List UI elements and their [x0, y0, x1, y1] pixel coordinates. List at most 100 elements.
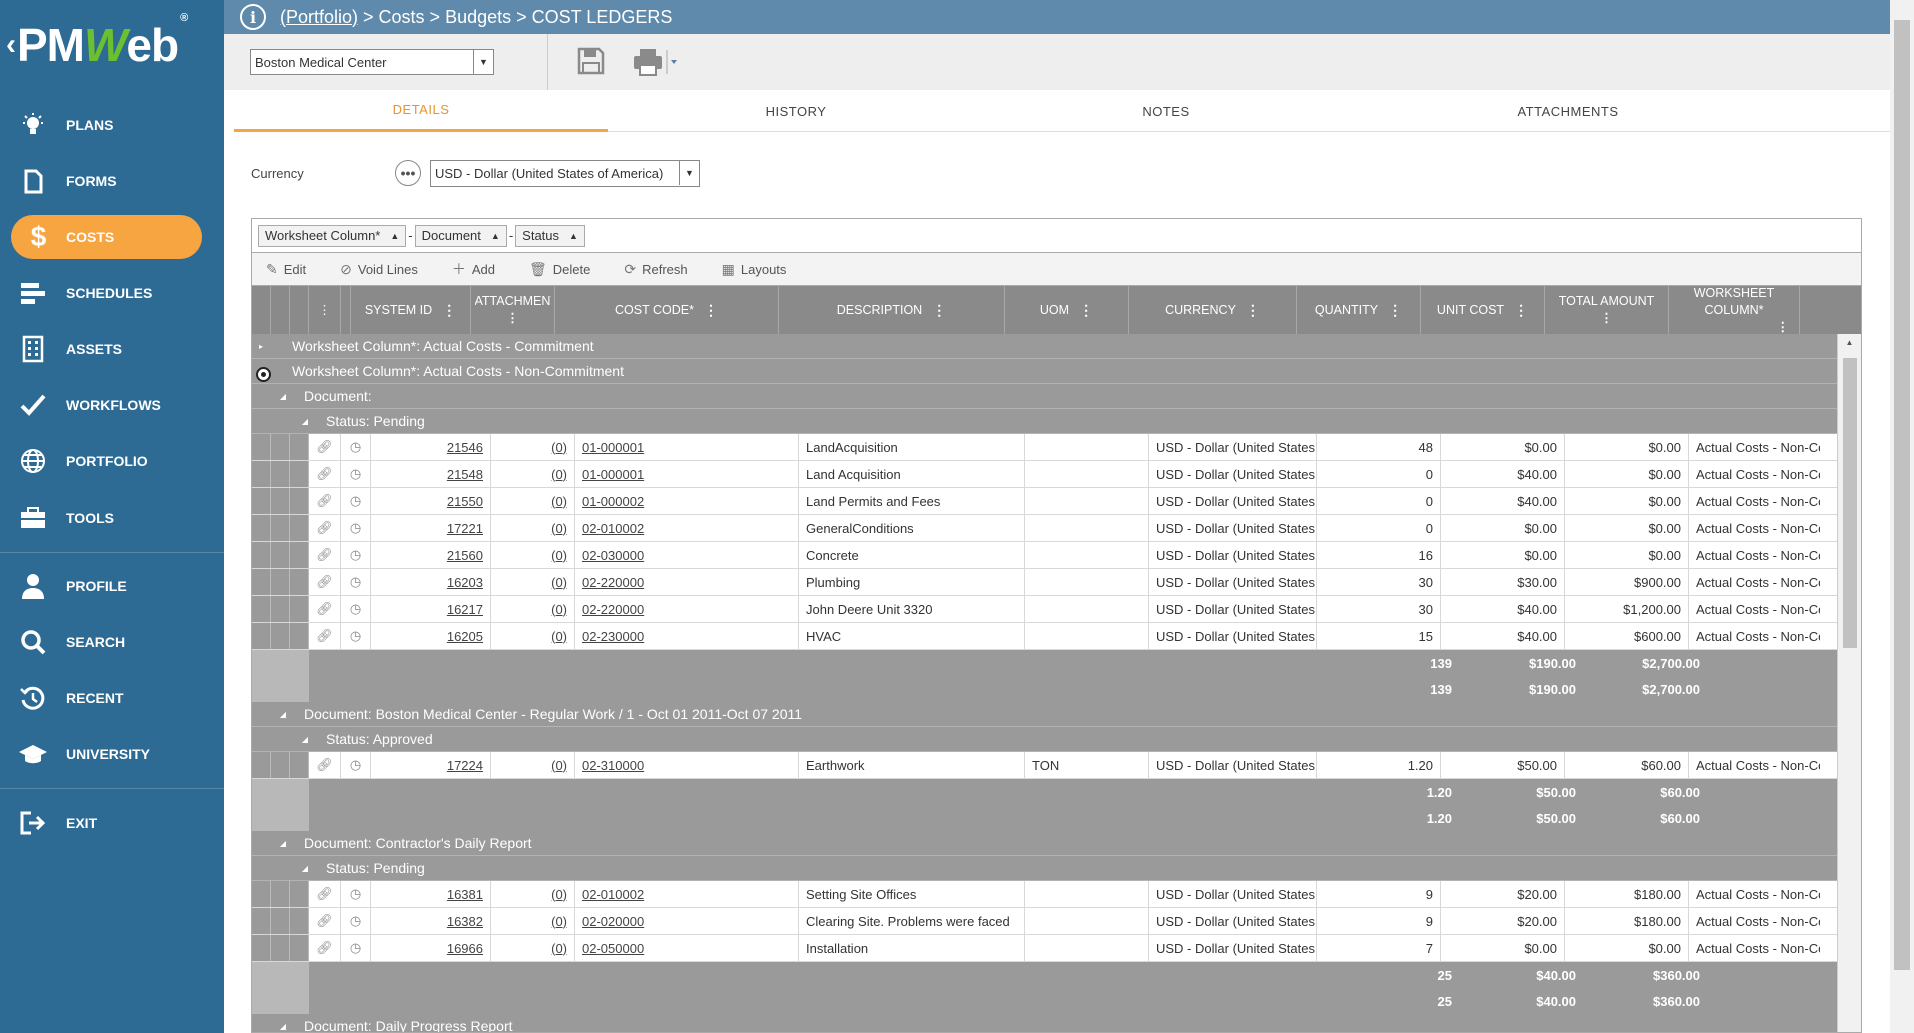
nav-recent[interactable]: RECENT [0, 675, 224, 721]
currency-select[interactable]: USD - Dollar (United States of America) … [430, 160, 700, 187]
back-chevron-icon[interactable]: ‹ [6, 28, 16, 62]
system-id-link[interactable]: 16205 [447, 629, 483, 644]
tab-attachments[interactable]: ATTACHMENTS [1348, 90, 1788, 132]
scroll-thumb[interactable] [1843, 358, 1857, 648]
table-row[interactable]: 🔗︎ ◷ 21548 (0) 01-000001 Land Acquisition USD … [252, 461, 1837, 488]
save-button[interactable] [576, 46, 606, 76]
column-menu-icon[interactable]: ⋮ [1600, 310, 1613, 327]
cost-code-link[interactable]: 02-230000 [582, 629, 644, 644]
group-row[interactable]: ◢ Document: [252, 384, 1837, 409]
link-icon[interactable]: 🔗︎ [309, 596, 341, 622]
collapse-triangle-icon[interactable]: ◢ [274, 392, 292, 401]
breadcrumb-portfolio-link[interactable]: (Portfolio) [280, 7, 358, 28]
nav-workflows[interactable]: WORKFLOWS [0, 382, 224, 428]
attachments-link[interactable]: (0) [551, 440, 567, 455]
table-row[interactable]: 🔗︎ ◷ 21560 (0) 02-030000 Concrete USD - Dollar… [252, 542, 1837, 569]
table-row[interactable]: 🔗︎ ◷ 21546 (0) 01-000001 LandAcquisition USD -… [252, 434, 1837, 461]
clock-icon[interactable]: ◷ [341, 908, 371, 934]
link-icon[interactable]: 🔗︎ [309, 542, 341, 568]
project-select[interactable]: Boston Medical Center ▼ [250, 49, 494, 75]
group-row[interactable]: ◢ Document: Daily Progress Report [252, 1014, 1837, 1032]
delete-button[interactable]: 🗑 Delete [529, 261, 590, 278]
attachments-link[interactable]: (0) [551, 629, 567, 644]
link-icon[interactable]: 🔗︎ [309, 569, 341, 595]
attachments-link[interactable]: (0) [551, 467, 567, 482]
attachments-link[interactable]: (0) [551, 941, 567, 956]
col-header-unit-cost[interactable]: UNIT COST ⋮ [1421, 286, 1545, 334]
system-id-link[interactable]: 17224 [447, 758, 483, 773]
nav-plans[interactable]: PLANS [0, 102, 224, 148]
attachments-link[interactable]: (0) [551, 602, 567, 617]
link-icon[interactable]: 🔗︎ [309, 752, 341, 778]
system-id-link[interactable]: 21550 [447, 494, 483, 509]
table-row[interactable]: 🔗︎ ◷ 16203 (0) 02-220000 Plumbing USD - Dollar… [252, 569, 1837, 596]
group-row[interactable]: ◢ Status: Pending [252, 409, 1837, 434]
table-row[interactable]: 🔗︎ ◷ 17224 (0) 02-310000 Earthwork TON USD - Do… [252, 752, 1837, 779]
attachments-link[interactable]: (0) [551, 575, 567, 590]
column-menu-icon[interactable]: ⋮ [442, 302, 456, 319]
print-button[interactable] [632, 48, 678, 76]
cost-code-link[interactable]: 02-010002 [582, 887, 644, 902]
column-menu-icon[interactable]: ⋮ [704, 302, 718, 319]
pmweb-logo[interactable]: ‹ PM Web ® [0, 0, 224, 90]
cost-code-link[interactable]: 01-000001 [582, 440, 644, 455]
cost-code-link[interactable]: 02-310000 [582, 758, 644, 773]
chevron-down-icon[interactable]: ▼ [679, 161, 699, 185]
col-header-description[interactable]: DESCRIPTION ⋮ [779, 286, 1005, 334]
col-header-quantity[interactable]: QUANTITY ⋮ [1297, 286, 1421, 334]
nav-costs[interactable]: $ COSTS [11, 215, 202, 259]
nav-forms[interactable]: FORMS [0, 158, 224, 204]
tab-details[interactable]: DETAILS [234, 90, 608, 132]
group-row[interactable]: ◢ Document: Boston Medical Center - Regul… [252, 702, 1837, 727]
layouts-button[interactable]: ▦ Layouts [722, 261, 787, 278]
col-header-uom[interactable]: UOM ⋮ [1005, 286, 1129, 334]
group-row[interactable]: Worksheet Column*: Actual Costs - Non-Co… [252, 359, 1837, 384]
tab-history[interactable]: HISTORY [608, 90, 984, 132]
info-icon[interactable]: i [240, 4, 266, 30]
clock-icon[interactable]: ◷ [341, 542, 371, 568]
clock-icon[interactable]: ◷ [341, 461, 371, 487]
link-icon[interactable]: 🔗︎ [309, 881, 341, 907]
collapse-triangle-icon[interactable]: ◢ [296, 864, 314, 873]
table-row[interactable]: 🔗︎ ◷ 16205 (0) 02-230000 HVAC USD - Dollar (Un… [252, 623, 1837, 650]
attachments-link[interactable]: (0) [551, 758, 567, 773]
link-icon[interactable]: 🔗︎ [309, 488, 341, 514]
edit-button[interactable]: ✎ Edit [266, 261, 306, 278]
nav-portfolio[interactable]: PORTFOLIO [0, 438, 224, 484]
sort-up-icon[interactable]: ▲ [569, 231, 578, 241]
cost-code-link[interactable]: 02-030000 [582, 548, 644, 563]
link-icon[interactable]: 🔗︎ [309, 935, 341, 961]
column-menu-icon[interactable]: ⋮ [1514, 302, 1528, 319]
table-row[interactable]: 🔗︎ ◷ 16217 (0) 02-220000 John Deere Unit 3320… [252, 596, 1837, 623]
link-icon[interactable]: 🔗︎ [309, 434, 341, 460]
table-row[interactable]: 🔗︎ ◷ 16382 (0) 02-020000 Clearing Site. Probl… [252, 908, 1837, 935]
clock-icon[interactable]: ◷ [341, 752, 371, 778]
table-row[interactable]: 🔗︎ ◷ 16966 (0) 02-050000 Installation USD - Do… [252, 935, 1837, 962]
table-row[interactable]: 🔗︎ ◷ 17221 (0) 02-010002 GeneralConditions USD… [252, 515, 1837, 542]
clock-icon[interactable]: ◷ [341, 515, 371, 541]
nav-university[interactable]: UNIVERSITY [0, 731, 224, 777]
clock-icon[interactable]: ◷ [341, 881, 371, 907]
collapse-triangle-icon[interactable]: ◢ [296, 735, 314, 744]
add-button[interactable]: ＋ Add [452, 259, 495, 279]
clock-icon[interactable]: ◷ [341, 488, 371, 514]
nav-exit[interactable]: EXIT [0, 800, 224, 846]
group-row[interactable]: ◢ Document: Contractor's Daily Report [252, 831, 1837, 856]
col-header-currency[interactable]: CURRENCY ⋮ [1129, 286, 1297, 334]
group-chip-worksheet-column[interactable]: Worksheet Column* ▲ [258, 224, 407, 247]
nav-assets[interactable]: ASSETS [0, 326, 224, 372]
tab-notes[interactable]: NOTES [984, 90, 1348, 132]
group-row[interactable]: ◢ Status: Pending [252, 856, 1837, 881]
column-menu-icon[interactable]: ⋮ [506, 310, 519, 327]
nav-profile[interactable]: PROFILE [0, 563, 224, 609]
link-icon[interactable]: 🔗︎ [309, 515, 341, 541]
column-menu-icon[interactable]: ⋮ [932, 302, 946, 319]
link-icon[interactable]: 🔗︎ [309, 461, 341, 487]
scroll-up-icon[interactable]: ▲ [1838, 338, 1861, 347]
system-id-link[interactable]: 16966 [447, 941, 483, 956]
grid-scrollbar[interactable]: ▲ [1837, 334, 1861, 1032]
attachments-link[interactable]: (0) [551, 914, 567, 929]
system-id-link[interactable]: 16203 [447, 575, 483, 590]
group-row[interactable]: ▸ Worksheet Column*: Actual Costs - Commi… [252, 334, 1837, 359]
clock-icon[interactable]: ◷ [341, 935, 371, 961]
